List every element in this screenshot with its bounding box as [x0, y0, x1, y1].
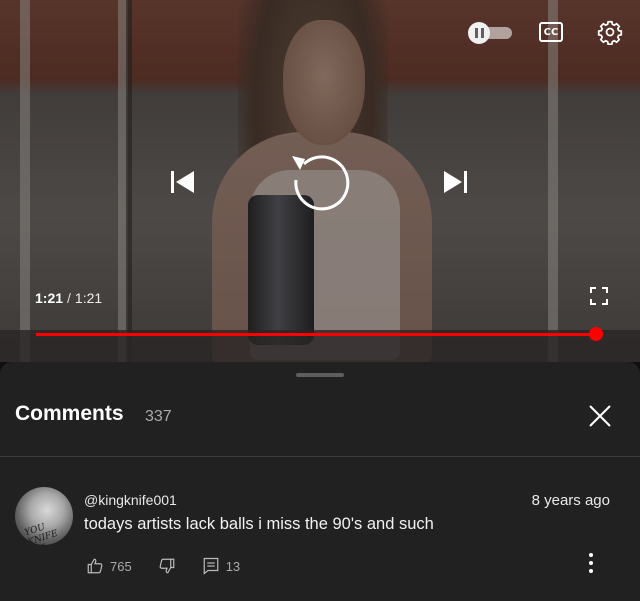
captions-button[interactable]: CC	[538, 20, 564, 44]
video-player[interactable]: CC 1:21/1:21	[0, 0, 640, 362]
skip-previous-icon	[171, 171, 194, 193]
fullscreen-icon	[590, 287, 608, 305]
avatar-text: YOU KNIFE ME	[23, 522, 60, 545]
progress-bar[interactable]	[36, 327, 603, 341]
thumbs-up-icon	[87, 558, 103, 574]
previous-video-button[interactable]	[166, 166, 198, 198]
comment-author[interactable]: @kingknife001	[84, 492, 177, 508]
more-vertical-icon	[589, 553, 593, 573]
close-comments-button[interactable]	[586, 402, 614, 430]
fullscreen-button[interactable]	[588, 285, 610, 307]
replay-icon	[292, 155, 350, 211]
settings-button[interactable]	[596, 18, 624, 46]
comment-time: 8 years ago	[531, 492, 610, 509]
duration: 1:21	[74, 290, 103, 306]
replay-button[interactable]	[288, 150, 350, 212]
reply-icon	[203, 557, 219, 575]
close-icon	[589, 405, 611, 427]
skip-next-icon	[444, 171, 467, 193]
progress-fill	[36, 333, 596, 336]
drag-handle[interactable]	[296, 373, 344, 377]
like-button[interactable]: 765	[86, 557, 132, 575]
comments-count: 337	[145, 408, 172, 425]
next-video-button[interactable]	[440, 166, 472, 198]
time-separator: /	[67, 290, 71, 306]
closed-captions-icon: CC	[539, 22, 563, 42]
current-time: 1:21	[35, 290, 64, 306]
scrubber-handle[interactable]	[589, 327, 603, 341]
autoplay-toggle[interactable]	[468, 22, 514, 44]
comment-actions: 765 13	[86, 557, 240, 575]
thumbs-down-icon	[159, 558, 175, 574]
like-count: 765	[110, 558, 132, 574]
avatar[interactable]: YOU KNIFE ME	[15, 487, 73, 545]
comments-panel: Comments 337 YOU KNIFE ME @kingknife001 …	[0, 362, 640, 601]
time-display: 1:21/1:21	[35, 290, 102, 306]
autoplay-toggle-icon	[468, 22, 490, 44]
reply-count: 13	[225, 558, 241, 574]
dislike-button[interactable]	[158, 557, 176, 575]
comment-text: todays artists lack balls i miss the 90'…	[84, 515, 434, 533]
comments-title: Comments	[15, 402, 124, 425]
gear-icon	[597, 20, 623, 45]
comment-item: YOU KNIFE ME @kingknife001 8 years ago t…	[0, 457, 640, 601]
more-options-button[interactable]	[580, 550, 602, 576]
reply-button[interactable]: 13	[202, 557, 240, 575]
